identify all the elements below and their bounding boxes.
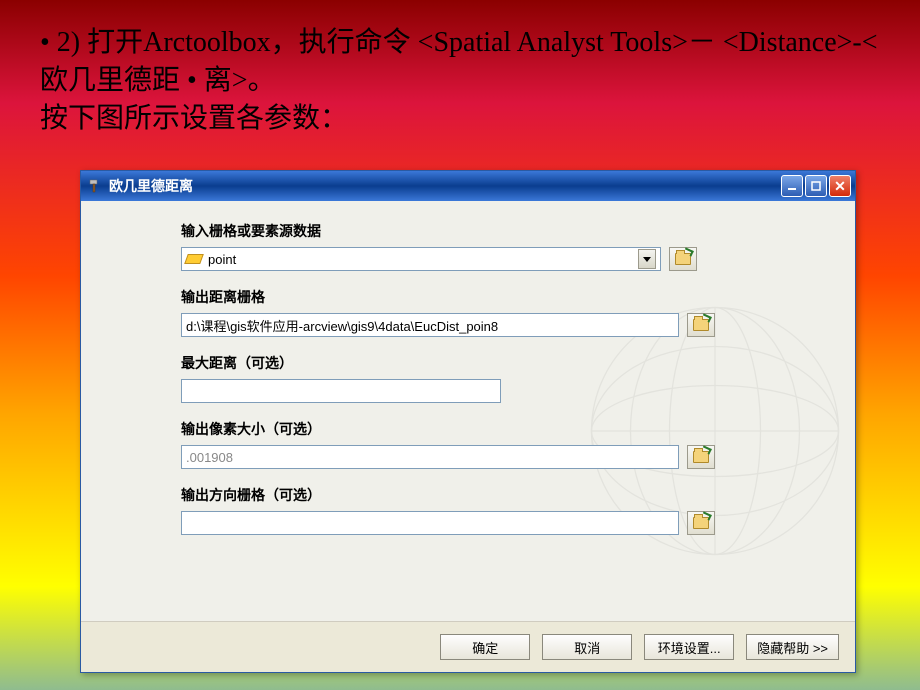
maximize-button[interactable]	[805, 175, 827, 197]
output-distance-input[interactable]	[181, 313, 679, 337]
instruction-line-1: • 2) 打开Arctoolbox，执行命令 <Spatial Analyst …	[40, 24, 880, 100]
ok-button[interactable]: 确定	[440, 634, 530, 660]
dropdown-button[interactable]	[638, 249, 656, 269]
instruction-line-2: 按下图所示设置各参数：	[40, 100, 880, 138]
field-cell-size: 输出像素大小（可选）	[181, 419, 831, 469]
close-button[interactable]: ✕	[829, 175, 851, 197]
slide-instruction-text: • 2) 打开Arctoolbox，执行命令 <Spatial Analyst …	[0, 0, 920, 147]
label-output-distance: 输出距离栅格	[181, 287, 831, 307]
hide-help-button[interactable]: 隐藏帮助 >>	[746, 634, 839, 660]
dialog-title: 欧几里德距离	[109, 176, 781, 196]
browse-output-direction-button[interactable]	[687, 511, 715, 535]
hammer-icon	[87, 178, 103, 194]
output-direction-input[interactable]	[181, 511, 679, 535]
field-output-distance: 输出距离栅格	[181, 287, 831, 337]
cell-size-input[interactable]	[181, 445, 679, 469]
dialog-titlebar[interactable]: 欧几里德距离 ✕	[81, 171, 855, 201]
label-source-data: 输入栅格或要素源数据	[181, 221, 831, 241]
label-output-direction: 输出方向栅格（可选）	[181, 485, 831, 505]
folder-open-icon	[675, 253, 691, 265]
label-cell-size: 输出像素大小（可选）	[181, 419, 831, 439]
field-output-direction: 输出方向栅格（可选）	[181, 485, 831, 535]
browse-source-button[interactable]	[669, 247, 697, 271]
environment-settings-button[interactable]: 环境设置...	[644, 634, 734, 660]
browse-cell-size-button[interactable]	[687, 445, 715, 469]
field-source-data: 输入栅格或要素源数据 point	[181, 221, 831, 271]
label-max-distance: 最大距离（可选）	[181, 353, 831, 373]
cancel-button[interactable]: 取消	[542, 634, 632, 660]
chevron-down-icon	[643, 257, 651, 262]
dialog-body: 输入栅格或要素源数据 point 输出距离栅格 最	[81, 201, 855, 621]
folder-open-icon	[693, 319, 709, 331]
source-data-combobox[interactable]: point	[181, 247, 661, 271]
folder-open-icon	[693, 517, 709, 529]
source-data-value: point	[208, 252, 236, 267]
field-max-distance: 最大距离（可选）	[181, 353, 831, 403]
euclidean-distance-dialog: 欧几里德距离 ✕ 输入栅格或要素源数据	[80, 170, 856, 673]
dialog-button-row: 确定 取消 环境设置... 隐藏帮助 >>	[81, 621, 855, 672]
minimize-button[interactable]	[781, 175, 803, 197]
folder-open-icon	[693, 451, 709, 463]
layer-icon	[184, 254, 204, 264]
window-controls: ✕	[781, 175, 851, 197]
browse-output-distance-button[interactable]	[687, 313, 715, 337]
max-distance-input[interactable]	[181, 379, 501, 403]
